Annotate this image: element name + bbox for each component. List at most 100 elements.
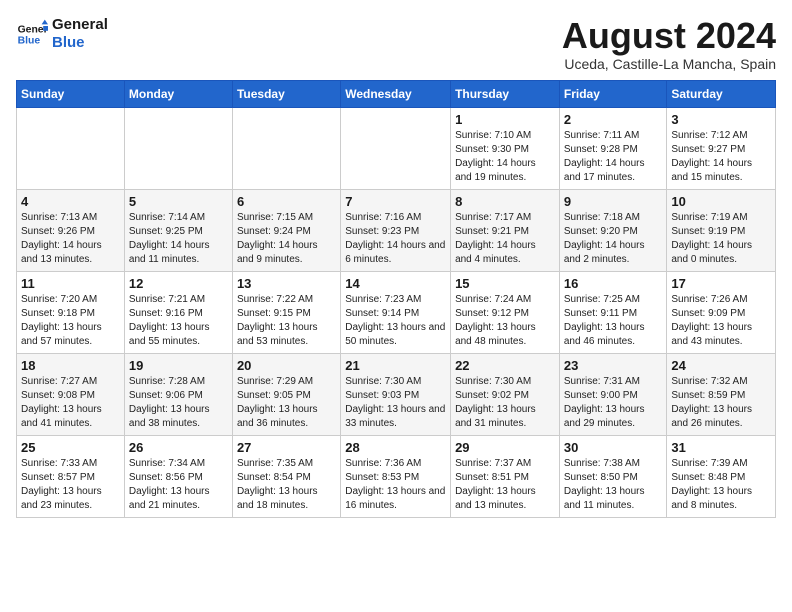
day-number: 28	[345, 440, 446, 455]
day-number: 26	[129, 440, 228, 455]
day-info: Sunrise: 7:27 AM Sunset: 9:08 PM Dayligh…	[21, 375, 120, 431]
day-info: Sunrise: 7:20 AM Sunset: 9:18 PM Dayligh…	[21, 293, 120, 349]
day-number: 31	[671, 440, 771, 455]
day-number: 23	[564, 358, 663, 373]
day-number: 21	[345, 358, 446, 373]
svg-text:Blue: Blue	[18, 36, 41, 47]
day-info: Sunrise: 7:36 AM Sunset: 8:53 PM Dayligh…	[345, 457, 446, 513]
day-number: 4	[21, 194, 120, 209]
day-number: 13	[237, 276, 336, 291]
day-number: 29	[455, 440, 555, 455]
day-number: 25	[21, 440, 120, 455]
day-number: 7	[345, 194, 446, 209]
weekday-header-row: SundayMondayTuesdayWednesdayThursdayFrid…	[17, 80, 776, 107]
calendar-cell: 1 Sunrise: 7:10 AM Sunset: 9:30 PM Daylig…	[451, 107, 560, 189]
calendar-cell: 15 Sunrise: 7:24 AM Sunset: 9:12 PM Dayli…	[451, 271, 560, 353]
day-number: 27	[237, 440, 336, 455]
day-info: Sunrise: 7:19 AM Sunset: 9:19 PM Dayligh…	[671, 211, 771, 267]
calendar-cell: 17Sunrise: 7:26 AM Sunset: 9:09 PM Dayli…	[667, 271, 776, 353]
calendar-cell: 18 Sunrise: 7:27 AM Sunset: 9:08 PM Dayli…	[17, 353, 125, 435]
day-number: 16	[564, 276, 663, 291]
calendar-subtitle: Uceda, Castille-La Mancha, Spain	[562, 56, 776, 72]
calendar-cell: 9Sunrise: 7:18 AM Sunset: 9:20 PM Daylig…	[559, 189, 667, 271]
day-info: Sunrise: 7:37 AM Sunset: 8:51 PM Dayligh…	[455, 457, 555, 513]
day-number: 5	[129, 194, 228, 209]
day-info: Sunrise: 7:30 AM Sunset: 9:02 PM Dayligh…	[455, 375, 555, 431]
day-number: 20	[237, 358, 336, 373]
day-number: 8	[455, 194, 555, 209]
calendar-week-1: 1 Sunrise: 7:10 AM Sunset: 9:30 PM Daylig…	[17, 107, 776, 189]
day-info: Sunrise: 7:35 AM Sunset: 8:54 PM Dayligh…	[237, 457, 336, 513]
calendar-cell: 22Sunrise: 7:30 AM Sunset: 9:02 PM Dayli…	[451, 353, 560, 435]
day-info: Sunrise: 7:16 AM Sunset: 9:23 PM Dayligh…	[345, 211, 446, 267]
day-number: 3	[671, 112, 771, 127]
day-number: 1	[455, 112, 555, 127]
day-info: Sunrise: 7:39 AM Sunset: 8:48 PM Dayligh…	[671, 457, 771, 513]
weekday-header-saturday: Saturday	[667, 80, 776, 107]
weekday-header-friday: Friday	[559, 80, 667, 107]
calendar-cell: 28 Sunrise: 7:36 AM Sunset: 8:53 PM Dayli…	[341, 435, 451, 517]
day-info: Sunrise: 7:30 AM Sunset: 9:03 PM Dayligh…	[345, 375, 446, 431]
day-info: Sunrise: 7:31 AM Sunset: 9:00 PM Dayligh…	[564, 375, 663, 431]
day-number: 2	[564, 112, 663, 127]
calendar-cell: 8Sunrise: 7:17 AM Sunset: 9:21 PM Daylig…	[451, 189, 560, 271]
weekday-header-tuesday: Tuesday	[232, 80, 340, 107]
calendar-week-3: 11 Sunrise: 7:20 AM Sunset: 9:18 PM Dayli…	[17, 271, 776, 353]
day-number: 11	[21, 276, 120, 291]
calendar-cell: 2 Sunrise: 7:11 AM Sunset: 9:28 PM Daylig…	[559, 107, 667, 189]
day-info: Sunrise: 7:38 AM Sunset: 8:50 PM Dayligh…	[564, 457, 663, 513]
calendar-cell: 27 Sunrise: 7:35 AM Sunset: 8:54 PM Dayli…	[232, 435, 340, 517]
calendar-week-5: 25 Sunrise: 7:33 AM Sunset: 8:57 PM Dayli…	[17, 435, 776, 517]
calendar-cell: 30 Sunrise: 7:38 AM Sunset: 8:50 PM Dayli…	[559, 435, 667, 517]
day-info: Sunrise: 7:11 AM Sunset: 9:28 PM Dayligh…	[564, 129, 663, 185]
day-info: Sunrise: 7:34 AM Sunset: 8:56 PM Dayligh…	[129, 457, 228, 513]
day-info: Sunrise: 7:10 AM Sunset: 9:30 PM Dayligh…	[455, 129, 555, 185]
title-area: August 2024 Uceda, Castille-La Mancha, S…	[562, 16, 776, 72]
calendar-cell: 3 Sunrise: 7:12 AM Sunset: 9:27 PM Daylig…	[667, 107, 776, 189]
calendar-table: SundayMondayTuesdayWednesdayThursdayFrid…	[16, 80, 776, 518]
day-info: Sunrise: 7:28 AM Sunset: 9:06 PM Dayligh…	[129, 375, 228, 431]
day-number: 18	[21, 358, 120, 373]
logo: General Blue General Blue	[16, 16, 108, 52]
logo-text-line1: General	[52, 16, 108, 34]
calendar-cell: 6Sunrise: 7:15 AM Sunset: 9:24 PM Daylig…	[232, 189, 340, 271]
calendar-title: August 2024	[562, 16, 776, 56]
weekday-header-thursday: Thursday	[451, 80, 560, 107]
day-number: 30	[564, 440, 663, 455]
day-info: Sunrise: 7:33 AM Sunset: 8:57 PM Dayligh…	[21, 457, 120, 513]
calendar-cell: 13 Sunrise: 7:22 AM Sunset: 9:15 PM Dayli…	[232, 271, 340, 353]
day-number: 15	[455, 276, 555, 291]
calendar-cell: 25 Sunrise: 7:33 AM Sunset: 8:57 PM Dayli…	[17, 435, 125, 517]
logo-icon: General Blue	[16, 18, 48, 50]
day-number: 24	[671, 358, 771, 373]
calendar-cell	[341, 107, 451, 189]
day-info: Sunrise: 7:14 AM Sunset: 9:25 PM Dayligh…	[129, 211, 228, 267]
calendar-cell: 16 Sunrise: 7:25 AM Sunset: 9:11 PM Dayli…	[559, 271, 667, 353]
day-info: Sunrise: 7:32 AM Sunset: 8:59 PM Dayligh…	[671, 375, 771, 431]
calendar-cell: 7 Sunrise: 7:16 AM Sunset: 9:23 PM Daylig…	[341, 189, 451, 271]
day-number: 14	[345, 276, 446, 291]
weekday-header-monday: Monday	[124, 80, 232, 107]
weekday-header-wednesday: Wednesday	[341, 80, 451, 107]
day-info: Sunrise: 7:15 AM Sunset: 9:24 PM Dayligh…	[237, 211, 336, 267]
day-info: Sunrise: 7:12 AM Sunset: 9:27 PM Dayligh…	[671, 129, 771, 185]
calendar-cell: 20Sunrise: 7:29 AM Sunset: 9:05 PM Dayli…	[232, 353, 340, 435]
day-info: Sunrise: 7:25 AM Sunset: 9:11 PM Dayligh…	[564, 293, 663, 349]
day-number: 10	[671, 194, 771, 209]
calendar-week-2: 4Sunrise: 7:13 AM Sunset: 9:26 PM Daylig…	[17, 189, 776, 271]
calendar-cell: 10 Sunrise: 7:19 AM Sunset: 9:19 PM Dayli…	[667, 189, 776, 271]
header: General Blue General Blue August 2024 Uc…	[16, 16, 776, 72]
calendar-cell: 19Sunrise: 7:28 AM Sunset: 9:06 PM Dayli…	[124, 353, 232, 435]
logo-text-line2: Blue	[52, 34, 108, 52]
weekday-header-sunday: Sunday	[17, 80, 125, 107]
calendar-cell: 31 Sunrise: 7:39 AM Sunset: 8:48 PM Dayli…	[667, 435, 776, 517]
calendar-cell: 12Sunrise: 7:21 AM Sunset: 9:16 PM Dayli…	[124, 271, 232, 353]
calendar-cell	[232, 107, 340, 189]
calendar-cell: 26 Sunrise: 7:34 AM Sunset: 8:56 PM Dayli…	[124, 435, 232, 517]
calendar-cell	[17, 107, 125, 189]
calendar-cell: 14Sunrise: 7:23 AM Sunset: 9:14 PM Dayli…	[341, 271, 451, 353]
day-info: Sunrise: 7:24 AM Sunset: 9:12 PM Dayligh…	[455, 293, 555, 349]
day-info: Sunrise: 7:22 AM Sunset: 9:15 PM Dayligh…	[237, 293, 336, 349]
day-number: 17	[671, 276, 771, 291]
calendar-cell: 24 Sunrise: 7:32 AM Sunset: 8:59 PM Dayli…	[667, 353, 776, 435]
